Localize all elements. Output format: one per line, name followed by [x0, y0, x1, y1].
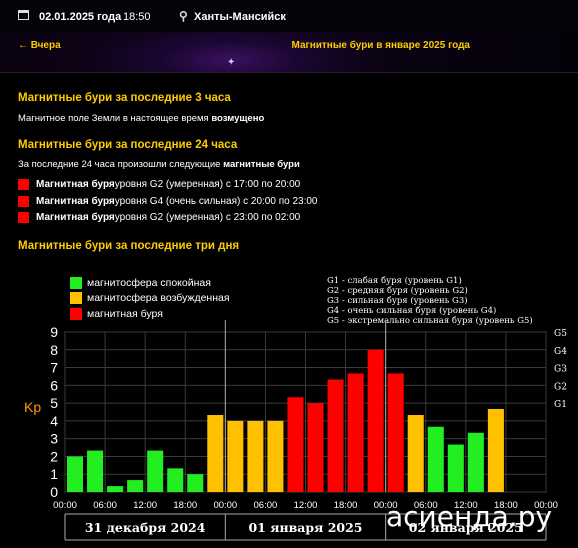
y-axis-label: Kp — [24, 399, 41, 415]
y-tick-label: 2 — [50, 448, 58, 464]
storm-details: уровня G4 (очень сильная) с 20:00 по 23:… — [114, 195, 318, 207]
kp-bar — [87, 450, 104, 492]
x-tick-label: 00:00 — [213, 500, 237, 511]
calendar-icon — [18, 10, 29, 20]
section-3d-title: Магнитные бури за последние три дня — [18, 240, 240, 252]
kp-bar — [487, 408, 504, 492]
y-tick-label: 5 — [50, 395, 58, 411]
g-tick-label: G1 — [554, 400, 567, 410]
kp-bar — [427, 426, 444, 492]
legend-label: магнитная буря — [87, 308, 163, 320]
storm-item: Магнитная буря уровня G2 (умеренная) с 2… — [18, 210, 300, 224]
x-tick-label: 06:00 — [93, 500, 117, 511]
nav-banner: ✦ — [0, 32, 578, 73]
page-title: Магнитные бури в январе 2025 года — [291, 40, 470, 51]
legend-calm: магнитосфера спокойная — [70, 277, 211, 289]
x-tick-label: 18:00 — [173, 500, 197, 511]
kp-bar — [307, 403, 324, 492]
y-tick-label: 9 — [50, 324, 58, 340]
location-pin-icon: ⚲ — [179, 9, 188, 23]
kp-bar — [387, 373, 404, 492]
g-level-legend: G2 - средняя буря (уровень G2) — [327, 286, 468, 296]
g-tick-label: G3 — [554, 365, 567, 375]
kp-bar — [447, 444, 464, 492]
g-level-legend: G1 - слабая буря (уровень G1) — [327, 276, 462, 286]
field-state: возмущено — [211, 113, 265, 124]
city-selector[interactable]: Ханты-Мансийск — [194, 11, 286, 23]
section-3h-text-prefix: Магнитное поле Земли в настоящее время — [18, 113, 212, 124]
kp-bar — [167, 468, 184, 492]
y-tick-label: 1 — [50, 466, 58, 482]
legend-swatch — [70, 277, 82, 289]
legend-swatch — [70, 308, 82, 320]
storm-details: уровня G2 (умеренная) с 23:00 по 02:00 — [114, 211, 301, 223]
legend-label: магнитосфера возбужденная — [87, 292, 230, 304]
kp-bar — [127, 480, 144, 492]
kp-bar — [247, 420, 264, 492]
x-tick-label: 18:00 — [334, 500, 358, 511]
star-icon: ✦ — [227, 57, 236, 68]
back-link-yesterday[interactable]: ← Вчера — [18, 40, 61, 51]
storm-item: Магнитная буря уровня G4 (очень сильная)… — [18, 194, 317, 208]
section-24h-text-prefix: За последние 24 часа произошли следующие — [18, 159, 224, 170]
current-time: 18:50 — [123, 11, 151, 23]
storm-details: уровня G2 (умеренная) с 17:00 по 20:00 — [114, 178, 301, 190]
kp-bar — [407, 415, 424, 492]
kp-bar — [147, 450, 164, 492]
g-tick-label: G5 — [554, 329, 567, 339]
kp-bar — [267, 420, 284, 492]
kp-bar — [367, 349, 384, 492]
y-tick-label: 7 — [50, 360, 58, 376]
section-24h-title: Магнитные бури за последние 24 часа — [18, 139, 238, 151]
day-label: 01 января 2025 — [248, 520, 362, 535]
kp-bar — [467, 432, 484, 492]
day-label: 31 декабря 2024 — [85, 520, 206, 535]
storm-label: Магнитная буря — [36, 178, 115, 190]
y-tick-label: 6 — [50, 377, 58, 393]
section-24h-text: За последние 24 часа произошли следующие… — [18, 159, 300, 170]
x-tick-label: 06:00 — [254, 500, 278, 511]
kp-bar — [227, 420, 244, 492]
legend-swatch — [70, 292, 82, 304]
storm-label: Магнитная буря — [36, 211, 115, 223]
section-3h-title: Магнитные бури за последние 3 часа — [18, 92, 231, 104]
kp-bar — [67, 456, 84, 492]
y-tick-label: 8 — [50, 342, 58, 358]
kp-bar — [187, 474, 204, 492]
storm-item: Магнитная буря уровня G2 (умеренная) с 1… — [18, 177, 300, 191]
kp-bar — [207, 415, 224, 492]
x-tick-label: 12:00 — [294, 500, 318, 511]
g-tick-label: G2 — [554, 382, 567, 392]
top-bar: 02.01.2025 года 18:50 ⚲ Ханты-Мансийск — [0, 0, 578, 32]
g-level-legend: G3 - сильная буря (уровень G3) — [327, 296, 468, 306]
site-watermark: асиенда.ру — [386, 500, 553, 533]
storm-marker — [18, 178, 29, 190]
x-tick-label: 12:00 — [133, 500, 157, 511]
kp-bar — [287, 397, 304, 492]
kp-bar — [107, 486, 124, 492]
current-date: 02.01.2025 года — [39, 11, 122, 23]
legend-storm: магнитная буря — [70, 308, 163, 320]
y-tick-label: 0 — [50, 484, 58, 500]
section-24h-text-bold: магнитные бури — [223, 159, 300, 170]
kp-bar — [327, 379, 344, 492]
legend-excited: магнитосфера возбужденная — [70, 292, 230, 304]
y-tick-label: 4 — [50, 413, 58, 429]
storm-marker — [18, 211, 29, 223]
storm-marker — [18, 195, 29, 207]
g-tick-label: G4 — [554, 347, 567, 357]
g-level-legend: G4 - очень сильная буря (уровень G4) — [327, 306, 497, 316]
kp-bar — [347, 373, 364, 492]
y-tick-label: 3 — [50, 431, 58, 447]
storm-label: Магнитная буря — [36, 195, 115, 207]
legend-label: магнитосфера спокойная — [87, 277, 211, 289]
section-3h-text: Магнитное поле Земли в настоящее время в… — [18, 113, 264, 124]
x-tick-label: 00:00 — [53, 500, 77, 511]
